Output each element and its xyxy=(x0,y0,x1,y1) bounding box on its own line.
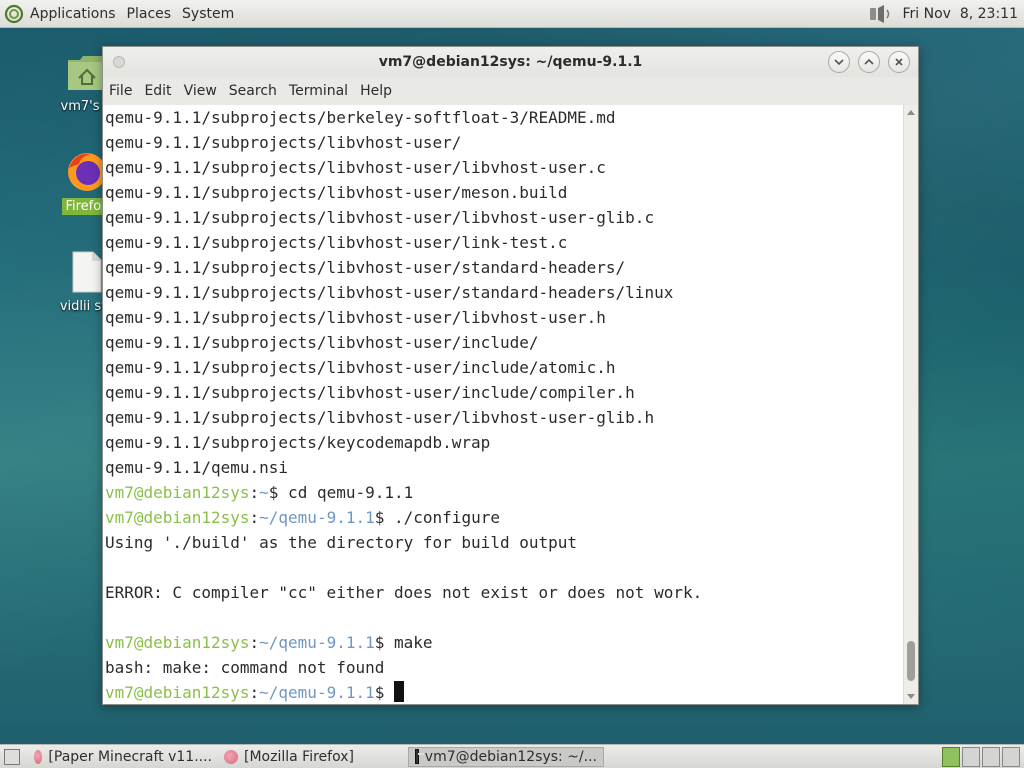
text-file-icon xyxy=(72,251,102,293)
terminal-line: qemu-9.1.1/subprojects/libvhost-user/lib… xyxy=(105,308,606,327)
command-text xyxy=(384,683,394,702)
bottom-panel: [Paper Minecraft v11.... [Mozilla Firefo… xyxy=(0,744,1024,768)
command-text: cd qemu-9.1.1 xyxy=(278,483,414,502)
prompt-path: ~ xyxy=(259,483,269,502)
prompt-user: vm7@debian12sys xyxy=(105,683,250,702)
minimize-button[interactable] xyxy=(828,51,850,73)
workspace-1[interactable] xyxy=(942,746,960,767)
system-menu[interactable]: System xyxy=(182,6,234,22)
prompt-path: ~/qemu-9.1.1 xyxy=(259,633,375,652)
command-text: make xyxy=(384,633,433,652)
terminal-line: qemu-9.1.1/subprojects/libvhost-user/sta… xyxy=(105,258,626,277)
menu-search[interactable]: Search xyxy=(229,83,277,99)
terminal-scrollbar[interactable] xyxy=(903,105,918,704)
firefox-icon xyxy=(224,749,238,764)
close-button[interactable] xyxy=(888,51,910,73)
terminal-line: qemu-9.1.1/qemu.nsi xyxy=(105,458,289,477)
terminal-prompt-line: vm7@debian12sys:~/qemu-9.1.1$ ./configur… xyxy=(105,508,500,527)
terminal-prompt-line: vm7@debian12sys:~/qemu-9.1.1$ xyxy=(105,680,904,704)
terminal-line: qemu-9.1.1/subprojects/libvhost-user/lib… xyxy=(105,408,655,427)
chevron-up-icon xyxy=(864,58,874,65)
terminal-line: qemu-9.1.1/subprojects/libvhost-user/lib… xyxy=(105,158,606,177)
debian-logo-icon[interactable] xyxy=(4,4,24,24)
terminal-prompt-line: vm7@debian12sys:~/qemu-9.1.1$ make xyxy=(105,633,433,652)
text-cursor xyxy=(394,681,405,702)
terminal-line: ERROR: C compiler "cc" either does not e… xyxy=(105,583,703,602)
workspace-3[interactable] xyxy=(982,746,1000,767)
scroll-up-icon[interactable] xyxy=(907,110,915,115)
show-desktop-button[interactable] xyxy=(4,748,20,765)
terminal-line: Using './build' as the directory for bui… xyxy=(105,533,578,552)
terminal-line: qemu-9.1.1/subprojects/berkeley-softfloa… xyxy=(105,108,616,127)
taskbar-item-firefox[interactable]: [Mozilla Firefox] xyxy=(218,747,408,767)
terminal-line: bash: make: command not found xyxy=(105,658,385,677)
top-panel: Applications Places System Fri Nov 8, 23… xyxy=(0,0,1024,28)
taskbar-item-terminal[interactable]: vm7@debian12sys: ~/... xyxy=(408,746,604,767)
prompt-user: vm7@debian12sys xyxy=(105,633,250,652)
terminal-line: qemu-9.1.1/subprojects/libvhost-user/mes… xyxy=(105,183,568,202)
window-menubar: File Edit View Search Terminal Help xyxy=(103,77,918,105)
scroll-down-icon[interactable] xyxy=(907,694,915,699)
prompt-path: ~/qemu-9.1.1 xyxy=(259,508,375,527)
terminal-line: qemu-9.1.1/subprojects/libvhost-user/lib… xyxy=(105,208,655,227)
terminal-line: qemu-9.1.1/subprojects/libvhost-user/inc… xyxy=(105,333,539,352)
terminal-line: qemu-9.1.1/subprojects/libvhost-user/lin… xyxy=(105,233,568,252)
terminal-line: qemu-9.1.1/subprojects/libvhost-user/inc… xyxy=(105,383,635,402)
window-titlebar[interactable]: vm7@debian12sys: ~/qemu-9.1.1 xyxy=(103,47,918,77)
prompt-user: vm7@debian12sys xyxy=(105,483,250,502)
places-menu[interactable]: Places xyxy=(127,6,172,22)
terminal-icon xyxy=(415,749,424,764)
taskbar-item-label: [Mozilla Firefox] xyxy=(244,748,354,765)
clock[interactable]: Fri Nov 8, 23:11 xyxy=(902,6,1018,22)
taskbar-item-label: vm7@debian12sys: ~/... xyxy=(424,748,597,765)
volume-icon[interactable] xyxy=(868,4,894,24)
taskbar-item-minecraft[interactable]: [Paper Minecraft v11.... xyxy=(28,747,218,767)
terminal-line: qemu-9.1.1/subprojects/keycodemapdb.wrap xyxy=(105,433,491,452)
applications-menu[interactable]: Applications xyxy=(30,6,116,22)
window-menu-icon[interactable] xyxy=(113,56,125,68)
menu-view[interactable]: View xyxy=(184,83,217,99)
taskbar-item-label: [Paper Minecraft v11.... xyxy=(48,748,212,765)
prompt-path: ~/qemu-9.1.1 xyxy=(259,683,375,702)
terminal-window[interactable]: vm7@debian12sys: ~/qemu-9.1.1 File Edit … xyxy=(102,46,919,705)
firefox-icon xyxy=(34,749,43,764)
workspace-2[interactable] xyxy=(962,746,980,767)
terminal-line: qemu-9.1.1/subprojects/libvhost-user/ xyxy=(105,133,462,152)
menu-help[interactable]: Help xyxy=(360,83,392,99)
terminal-output[interactable]: qemu-9.1.1/subprojects/berkeley-softfloa… xyxy=(103,105,904,704)
workspace-switcher xyxy=(940,746,1024,767)
terminal-line: qemu-9.1.1/subprojects/libvhost-user/inc… xyxy=(105,358,616,377)
command-text: ./configure xyxy=(384,508,500,527)
menu-edit[interactable]: Edit xyxy=(144,83,171,99)
maximize-button[interactable] xyxy=(858,51,880,73)
terminal-prompt-line: vm7@debian12sys:~$ cd qemu-9.1.1 xyxy=(105,483,414,502)
prompt-user: vm7@debian12sys xyxy=(105,508,250,527)
terminal-line: qemu-9.1.1/subprojects/libvhost-user/sta… xyxy=(105,283,674,302)
close-icon xyxy=(895,58,903,66)
menu-file[interactable]: File xyxy=(109,83,132,99)
workspace-4[interactable] xyxy=(1002,746,1020,767)
menu-terminal[interactable]: Terminal xyxy=(289,83,348,99)
window-title: vm7@debian12sys: ~/qemu-9.1.1 xyxy=(378,54,643,70)
chevron-down-icon xyxy=(834,59,844,66)
scrollbar-thumb[interactable] xyxy=(907,641,915,681)
